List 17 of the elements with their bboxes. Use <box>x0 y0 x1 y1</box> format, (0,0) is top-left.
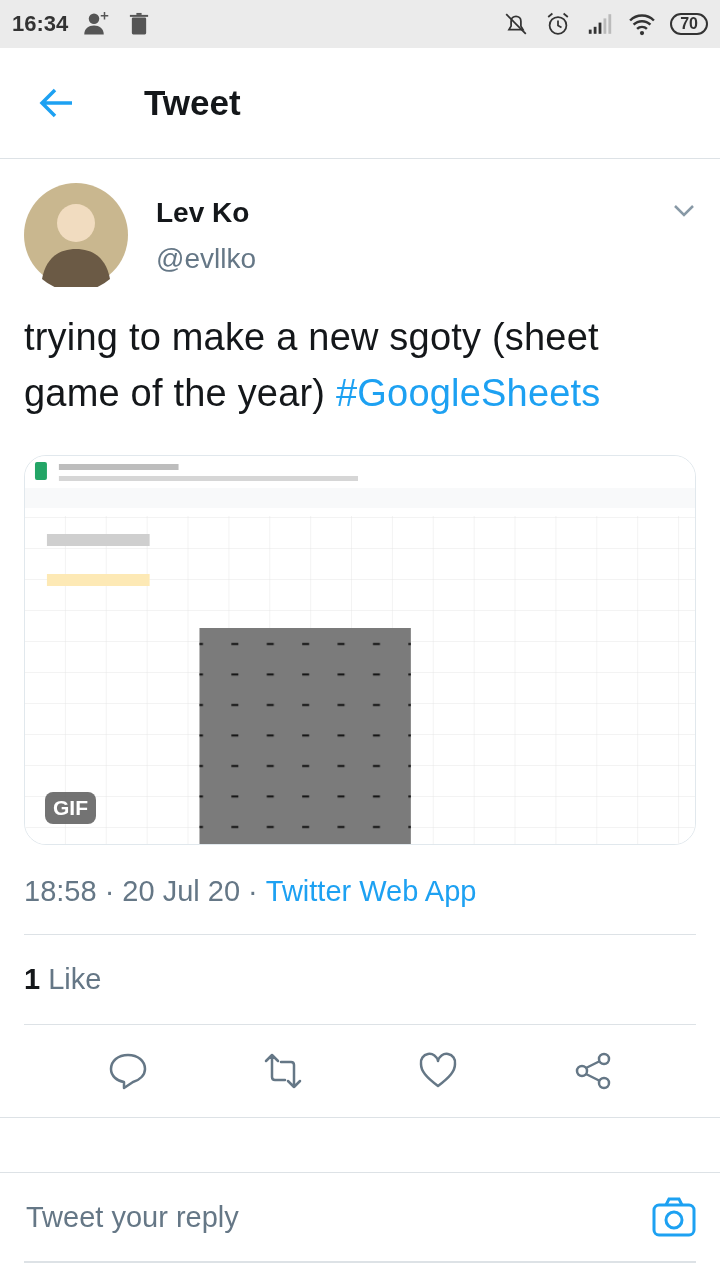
battery-level: 70 <box>670 13 708 35</box>
reply-icon[interactable] <box>107 1051 148 1091</box>
source-link[interactable]: Twitter Web App <box>265 875 477 908</box>
retweet-icon[interactable] <box>262 1051 303 1091</box>
camera-icon[interactable] <box>652 1197 696 1237</box>
author-name[interactable]: Lev Ko <box>156 197 644 229</box>
page-title: Tweet <box>144 83 241 123</box>
author-handle[interactable]: @evllko <box>156 243 644 275</box>
hashtag-link[interactable]: #GoogleSheets <box>336 372 601 414</box>
gif-badge: GIF <box>45 792 96 824</box>
clock: 16:34 <box>12 11 69 37</box>
avatar[interactable] <box>24 183 128 287</box>
timestamp: 18:58 · 20 Jul 20 · <box>24 875 258 908</box>
reply-field[interactable]: Tweet your reply <box>24 1199 652 1235</box>
like-label[interactable]: Like <box>48 963 102 996</box>
tweet-text: trying to make a new sgoty (sheet game of the year) #GoogleSheets <box>24 315 602 416</box>
like-count[interactable]: 1 <box>24 963 41 996</box>
